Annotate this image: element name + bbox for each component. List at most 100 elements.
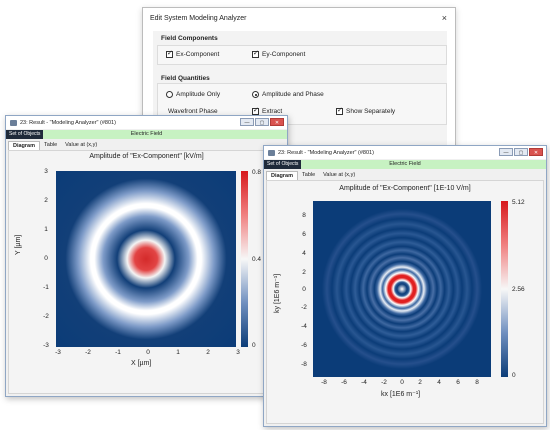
extract-checkbox[interactable]: Extract [252,106,283,115]
ey-component-label: Ey-Component [262,51,306,58]
window-title: 23: Result - "Modeling Analyzer" (#801) [20,119,116,126]
minimize-button[interactable]: — [499,148,513,156]
app-icon [10,119,17,126]
y-tick: 2 [302,269,306,276]
minimize-button[interactable]: — [240,118,254,126]
y-tick: 3 [44,168,48,175]
colorbar [501,201,508,377]
x-tick: -8 [321,379,327,386]
electric-field-label: Electric Field [389,161,421,167]
plot-title: Amplitude of "Ex-Component" [1E-10 V/m] [339,185,471,192]
x-tick: 1 [176,349,180,356]
y-tick: 6 [302,231,306,238]
amplitude-and-phase-label: Amplitude and Phase [262,91,324,98]
field-components-group: Ex-Component Ey-Component [157,45,447,65]
window-controls: — ▢ ✕ [499,148,543,156]
show-separately-label: Show Separately [346,108,396,115]
colorbar-tick-mid: 0.4 [252,256,262,263]
x-tick: 3 [236,349,240,356]
colorbar-tick-min: 0 [252,342,256,349]
tab-table[interactable]: Table [298,171,319,180]
maximize-button[interactable]: ▢ [514,148,528,156]
plot-title: Amplitude of "Ex-Component" [kV/m] [89,153,204,160]
y-tick: 4 [302,250,306,257]
checkbox-checked-icon [252,49,259,58]
radio-selected-icon [252,91,259,98]
window-titlebar: 23: Result - "Modeling Analyzer" (#801) … [6,116,287,129]
amplitude-only-label: Amplitude Only [176,91,221,98]
view-tabs: Diagram Table Value at (x,y) [8,141,101,150]
x-tick: -3 [55,349,61,356]
x-axis-label: kx [1E6 m⁻¹] [381,391,421,398]
app-icon [268,149,275,156]
close-icon[interactable]: × [442,13,447,23]
amplitude-only-radio[interactable]: Amplitude Only [166,91,220,98]
y-tick: 2 [44,197,48,204]
extract-label: Extract [262,108,283,115]
amplitude-and-phase-radio[interactable]: Amplitude and Phase [252,91,324,98]
window-titlebar: 23: Result - "Modeling Analyzer" (#801) … [264,146,546,159]
tab-table[interactable]: Table [40,141,61,150]
tab-diagram[interactable]: Diagram [8,141,41,150]
x-tick: 4 [437,379,441,386]
window-controls: — ▢ ✕ [240,118,284,126]
x-tick: 0 [146,349,150,356]
tab-value-at-xy[interactable]: Value at (x,y) [61,141,101,150]
y-tick: -3 [43,342,49,349]
wavefront-phase-label: Wavefront Phase [168,108,218,115]
result-window-left: 23: Result - "Modeling Analyzer" (#801) … [5,115,288,397]
x-tick: 2 [418,379,422,386]
y-tick: 0 [302,286,306,293]
ey-component-checkbox[interactable]: Ey-Component [252,49,306,58]
show-separately-checkbox[interactable]: Show Separately [336,106,396,115]
colorbar [241,171,248,347]
object-bar: Electric Field Set of Objects [264,160,546,169]
ex-component-label: Ex-Component [176,51,220,58]
x-tick: 8 [475,379,479,386]
field-quantities-label: Field Quantities [161,75,210,82]
x-tick: -2 [381,379,387,386]
y-tick: -6 [301,342,307,349]
colorbar-tick-max: 5.12 [512,199,525,206]
radio-icon [166,91,173,98]
window-title: 23: Result - "Modeling Analyzer" (#801) [278,149,374,156]
x-tick: -1 [115,349,121,356]
set-of-objects-button[interactable]: Set of Objects [264,160,302,169]
y-axis-label: ky [1E6 m⁻¹] [274,273,281,313]
x-tick: 6 [456,379,460,386]
colorbar-tick-max: 0.8 [252,169,262,176]
maximize-button[interactable]: ▢ [255,118,269,126]
close-button[interactable]: ✕ [270,118,284,126]
view-tabs: Diagram Table Value at (x,y) [266,171,359,180]
x-axis-label: X [µm] [131,360,152,367]
x-tick: -2 [85,349,91,356]
close-button[interactable]: ✕ [529,148,543,156]
y-tick: -1 [43,284,49,291]
tab-diagram[interactable]: Diagram [266,171,299,180]
diagram-area: Amplitude of "Ex-Component" [1E-10 V/m] … [266,180,544,424]
y-tick: 8 [302,212,306,219]
dialog-title: Edit System Modeling Analyzer [150,15,247,22]
y-tick: -2 [301,304,307,311]
ex-component-checkbox[interactable]: Ex-Component [166,49,220,58]
y-tick: -4 [301,323,307,330]
tab-value-at-xy[interactable]: Value at (x,y) [319,171,359,180]
object-bar: Electric Field Set of Objects [6,130,287,139]
y-tick: -8 [301,361,307,368]
y-tick: 0 [44,255,48,262]
amplitude-field-plot[interactable] [56,171,236,347]
x-tick: 0 [400,379,404,386]
spectrum-field-plot[interactable] [313,201,491,377]
x-tick: 2 [206,349,210,356]
checkbox-checked-icon [166,49,173,58]
y-axis-label: Y [µm] [15,234,22,255]
diagram-area: Amplitude of "Ex-Component" [kV/m] 0.8 0… [8,150,285,394]
field-components-label: Field Components [161,35,218,42]
result-window-right: 23: Result - "Modeling Analyzer" (#801) … [263,145,547,427]
checkbox-checked-icon [336,106,343,115]
set-of-objects-button[interactable]: Set of Objects [6,130,44,139]
y-tick: 1 [44,226,48,233]
y-tick: -2 [43,313,49,320]
x-tick: -6 [341,379,347,386]
colorbar-tick-mid: 2.56 [512,286,525,293]
